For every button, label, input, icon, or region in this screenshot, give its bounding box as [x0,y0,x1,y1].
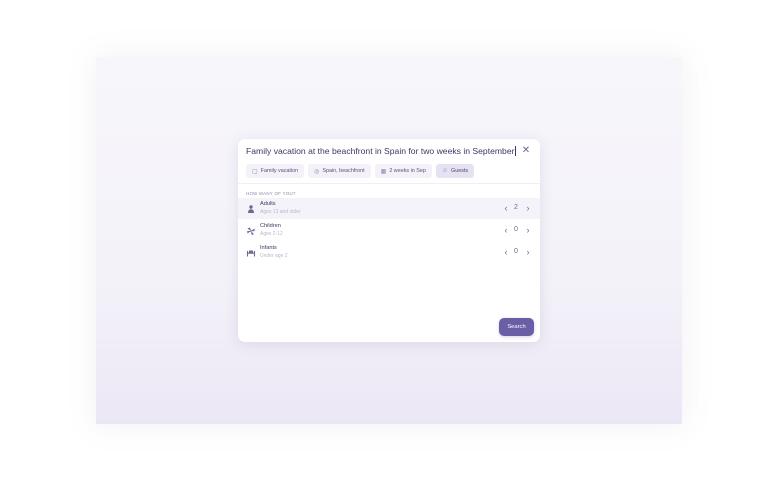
chip-label: Guests [451,168,469,174]
guest-count: 0 [514,226,518,233]
guest-type-label: Infants [260,245,277,251]
text-caret [515,146,517,156]
search-query-input[interactable]: Family vacation at the beachfront in Spa… [246,146,517,157]
guest-type-label: Children [260,223,281,229]
chip-guests[interactable]: ☺ Guests [435,164,475,178]
chip-label: Spain, beachfront [322,168,365,174]
lock-icon: ▢ [252,168,258,175]
guests-section-label: HOW MANY OF YOU? [246,191,296,196]
guest-count: 0 [514,248,518,255]
map-pin-icon: ◎ [314,168,320,175]
person-icon: ☺ [441,168,449,174]
query-text: Family vacation at the beachfront in Spa… [246,146,515,156]
filter-chips: ▢ Family vacation ◎ Spain, beachfront ▦ … [246,164,475,178]
chip-label: 2 weeks in Sep [389,168,426,174]
search-button[interactable]: Search [499,318,534,336]
infant-icon [246,248,256,258]
increment-button[interactable]: › [524,225,532,235]
decrement-button[interactable]: ‹ [502,203,510,213]
guest-type-sublabel: Ages 13 and older [260,209,301,215]
guest-type-sublabel: Ages 2-12 [260,231,283,237]
decrement-button[interactable]: ‹ [502,225,510,235]
guest-row-adults: Adults Ages 13 and older ‹ 2 › [238,198,540,219]
increment-button[interactable]: › [524,203,532,213]
child-icon [246,226,256,236]
guest-type-sublabel: Under age 2 [260,253,288,259]
close-icon[interactable]: ✕ [521,146,531,156]
guest-type-label: Adults [260,201,276,207]
search-dialog: Family vacation at the beachfront in Spa… [238,139,540,342]
chip-dates[interactable]: ▦ 2 weeks in Sep [374,164,432,178]
chip-label: Family vacation [260,168,299,174]
guest-count: 2 [514,204,518,211]
decrement-button[interactable]: ‹ [502,247,510,257]
chip-family-vacation[interactable]: ▢ Family vacation [246,164,305,178]
adult-icon [246,204,256,214]
divider [238,183,540,184]
calendar-icon: ▦ [380,168,387,175]
increment-button[interactable]: › [524,247,532,257]
chip-location[interactable]: ◎ Spain, beachfront [308,164,371,178]
guest-row-infants: Infants Under age 2 ‹ 0 › [238,242,540,263]
guest-row-children: Children Ages 2-12 ‹ 0 › [238,220,540,241]
